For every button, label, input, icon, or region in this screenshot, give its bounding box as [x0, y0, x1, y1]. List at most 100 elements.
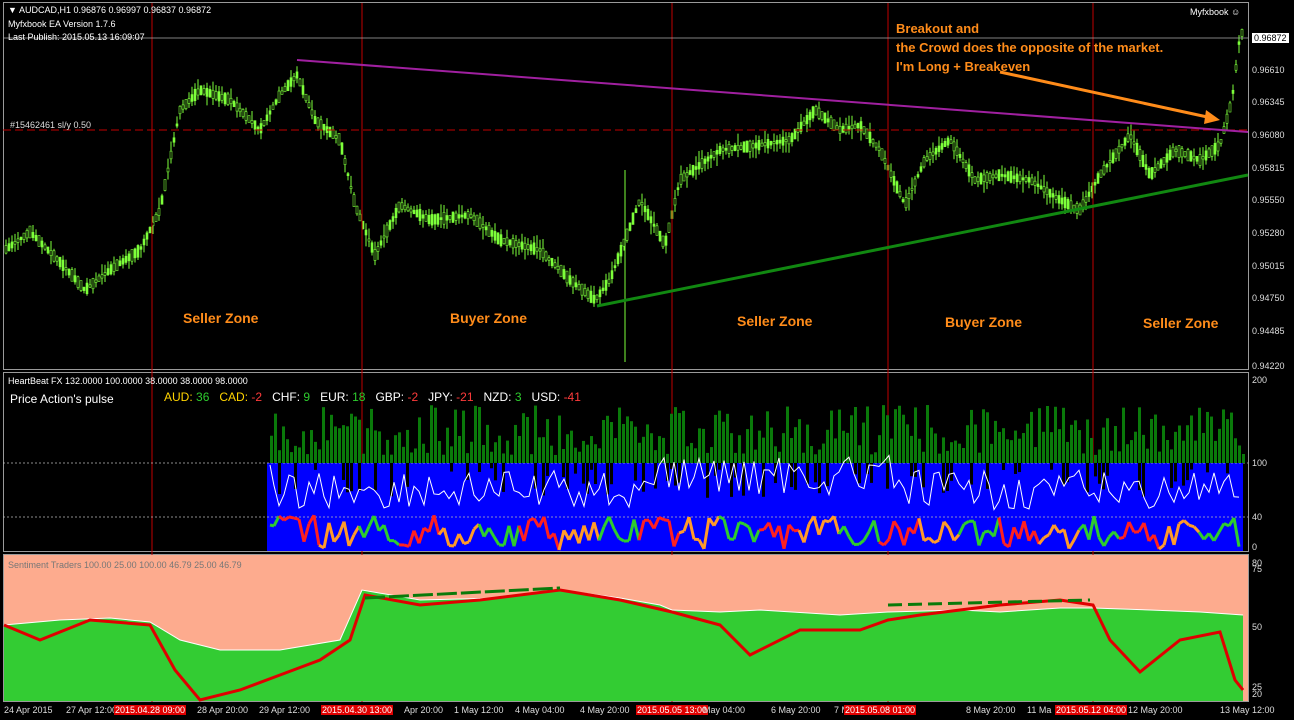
pulse-bar — [358, 419, 361, 463]
candle-body — [763, 142, 767, 147]
pulse-bar-negative — [374, 463, 377, 491]
pulse-bar — [382, 454, 385, 463]
pulse-color-line — [463, 540, 470, 546]
candle-body — [1213, 142, 1217, 155]
candle-body — [1087, 191, 1091, 197]
candle-body — [445, 215, 449, 221]
candle-body — [880, 148, 884, 161]
candle-body — [520, 241, 524, 250]
sentiment-title: Sentiment Traders 100.00 25.00 100.00 46… — [8, 560, 242, 570]
candle-body — [388, 220, 392, 230]
pulse-bar — [490, 451, 493, 463]
candle-body — [385, 224, 389, 238]
candle-body — [310, 109, 314, 116]
candle-body — [673, 198, 677, 206]
pulse-bar-negative — [950, 463, 953, 481]
pulse-bar — [502, 453, 505, 463]
candle-body — [553, 262, 557, 268]
pulse-bar — [782, 433, 785, 463]
pulse-bar — [734, 452, 737, 463]
candle-body — [286, 80, 290, 91]
dropdown-triangle-icon[interactable]: ▼ — [8, 5, 17, 15]
candle-body — [1150, 167, 1154, 179]
candle-body — [997, 169, 1001, 182]
candle-body — [625, 228, 629, 241]
pulse-bar — [418, 417, 421, 463]
pulse-bar — [1034, 447, 1037, 463]
candle-body — [1105, 163, 1109, 168]
candle-body — [475, 214, 479, 227]
candle-body — [199, 85, 203, 96]
pulse-bar — [1098, 449, 1101, 463]
pulse-bar — [862, 422, 865, 463]
pulse-bar — [746, 429, 749, 463]
candle-body — [514, 240, 518, 248]
candle-body — [1135, 142, 1139, 156]
candle-body — [979, 173, 983, 185]
pulse-bar-negative — [350, 463, 353, 492]
pulse-bar — [362, 453, 365, 463]
candle-body — [121, 258, 125, 265]
pulse-bar — [694, 448, 697, 463]
candle-body — [454, 212, 458, 221]
pulse-bar-negative — [826, 463, 829, 487]
candle-body — [1198, 154, 1202, 166]
pulse-bar — [826, 429, 829, 463]
candle-body — [982, 174, 986, 182]
candle-body — [55, 256, 59, 262]
pulse-bar — [690, 442, 693, 463]
candle-body — [1027, 177, 1031, 183]
candle-body — [511, 238, 515, 249]
pulse-bar — [566, 434, 569, 463]
candle-body — [1183, 151, 1187, 157]
pulse-bar — [1198, 407, 1201, 463]
pulse-bar — [374, 430, 377, 463]
candle-body — [697, 162, 701, 170]
candle-body — [214, 91, 218, 100]
pulse-bar — [934, 433, 937, 463]
candle-body — [1033, 180, 1037, 186]
symbol-info: ▼ AUDCAD,H1 0.96876 0.96997 0.96837 0.96… — [8, 5, 212, 15]
candle-body — [727, 144, 731, 154]
candle-body — [139, 246, 143, 250]
pulse-bar — [918, 438, 921, 463]
pulse-bar — [726, 413, 729, 463]
candle-body — [952, 141, 956, 152]
pulse-bar — [550, 445, 553, 463]
candle-body — [130, 249, 134, 262]
sentiment-tick: 75 — [1252, 564, 1263, 574]
candle-body — [508, 239, 512, 246]
breakout-annotation: Breakout and the Crowd does the opposite… — [896, 19, 1163, 76]
pulse-bar — [922, 451, 925, 463]
candle-body — [895, 181, 899, 194]
candle-body — [1051, 193, 1055, 198]
pulse-bar-negative — [1206, 463, 1209, 473]
candle-body — [115, 259, 119, 272]
pulse-bar — [394, 435, 397, 463]
pulse-bar-negative — [1190, 463, 1193, 470]
candle-body — [238, 107, 242, 113]
candle-body — [631, 212, 635, 225]
pulse-bar — [1238, 445, 1241, 463]
pulse-bar — [350, 413, 353, 463]
candle-body — [1093, 182, 1097, 186]
pulse-bar-negative — [910, 463, 913, 477]
pulse-bar — [622, 423, 625, 463]
pulse-bar-negative — [886, 463, 889, 489]
candle-body — [133, 248, 137, 259]
pulse-bar — [754, 449, 757, 463]
pulse-bar — [806, 424, 809, 463]
pulse-bar — [750, 415, 753, 463]
pulse-bar-negative — [1174, 463, 1177, 482]
time-tick: 2015.05.05 13:00 — [636, 705, 709, 715]
candle-body — [775, 139, 779, 145]
candle-body — [1132, 141, 1136, 145]
candle-body — [1234, 64, 1238, 71]
candle-body — [1225, 113, 1229, 124]
pulse-bar — [926, 405, 929, 463]
candle-body — [124, 255, 128, 263]
candle-body — [991, 174, 995, 179]
candle-body — [676, 187, 680, 191]
pulse-bar — [838, 409, 841, 463]
candle-body — [436, 213, 440, 225]
